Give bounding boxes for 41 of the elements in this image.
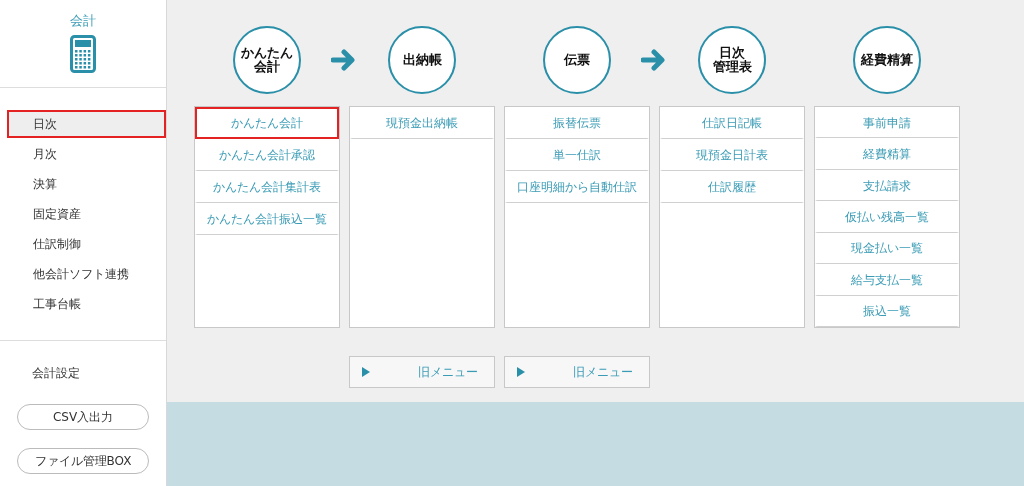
menu-item[interactable]: 現預金出納帳 — [350, 107, 494, 139]
menu-item[interactable]: かんたん会計集計表 — [195, 171, 339, 203]
step-circle: 出納帳 — [388, 26, 456, 94]
step-circle: 経費精算 — [853, 26, 921, 94]
play-icon — [517, 367, 525, 377]
app-title: 会計 — [70, 12, 96, 30]
menu-item[interactable]: 単一仕訳 — [505, 139, 649, 171]
menu-item[interactable]: 振替伝票 — [505, 107, 649, 139]
arrow-icon — [641, 49, 667, 71]
old-menu-button[interactable]: 旧メニュー — [349, 356, 495, 388]
sidebar-item[interactable]: 工事台帳 — [7, 290, 166, 318]
play-icon — [362, 367, 370, 377]
sidebar-item[interactable]: 日次 — [7, 110, 166, 138]
old-menu-button[interactable]: 旧メニュー — [504, 356, 650, 388]
menu-item[interactable]: 仕訳履歴 — [660, 171, 804, 203]
menu-item[interactable]: かんたん会計振込一覧 — [195, 203, 339, 235]
sidebar-item[interactable]: 固定資産 — [7, 200, 166, 228]
settings-link[interactable]: 会計設定 — [32, 365, 80, 382]
sidebar-button[interactable]: CSV入出力 — [17, 404, 149, 430]
menu-item[interactable]: 口座明細から自動仕訳 — [505, 171, 649, 203]
step-circle: かんたん 会計 — [233, 26, 301, 94]
menu-item[interactable]: 事前申請 — [815, 107, 959, 139]
sidebar-button[interactable]: ファイル管理BOX — [17, 448, 149, 474]
menu-item[interactable]: 現預金日計表 — [660, 139, 804, 171]
menu-item[interactable]: 経費精算 — [815, 138, 959, 170]
menu-item[interactable]: 仕訳日記帳 — [660, 107, 804, 139]
arrow-icon — [331, 49, 357, 71]
calculator-icon — [70, 35, 96, 73]
menu-item[interactable]: かんたん会計承認 — [195, 139, 339, 171]
step-circle: 日次 管理表 — [698, 26, 766, 94]
sidebar-item[interactable]: 仕訳制御 — [7, 230, 166, 258]
sidebar-item[interactable]: 月次 — [7, 140, 166, 168]
sidebar-item[interactable]: 他会計ソフト連携 — [7, 260, 166, 288]
menu-item[interactable]: かんたん会計 — [195, 107, 339, 139]
menu-item[interactable]: 給与支払一覧 — [815, 264, 959, 296]
menu-item[interactable]: 仮払い残高一覧 — [815, 201, 959, 233]
step-circle: 伝票 — [543, 26, 611, 94]
sidebar-item[interactable]: 決算 — [7, 170, 166, 198]
menu-item[interactable]: 振込一覧 — [815, 295, 959, 327]
menu-item[interactable]: 現金払い一覧 — [815, 232, 959, 265]
menu-item[interactable]: 支払請求 — [815, 169, 959, 202]
